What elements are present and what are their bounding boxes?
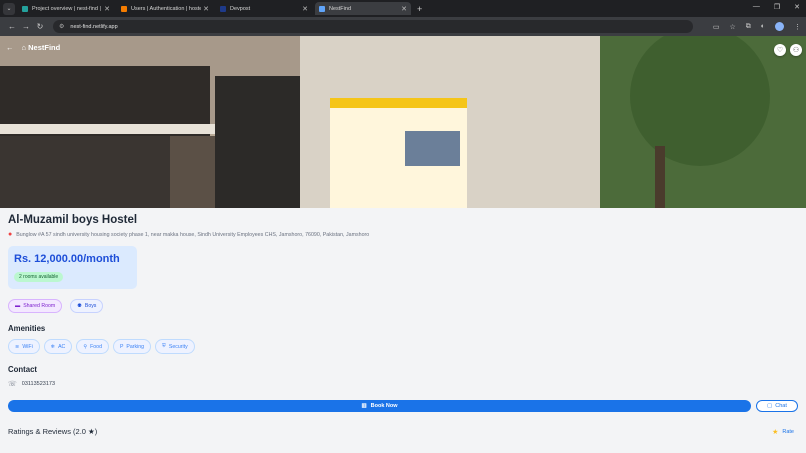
browser-tab-1[interactable]: Project overview | nest-find | Fi ✕ — [18, 2, 114, 15]
devpost-favicon-icon — [220, 5, 226, 12]
close-icon[interactable]: ✕ — [302, 5, 308, 13]
parking-icon: P — [119, 343, 124, 350]
window-controls: — ❐ ✕ — [753, 3, 800, 11]
bookmark-star-icon[interactable]: ☆ — [729, 23, 735, 31]
hostel-photo — [0, 36, 806, 208]
shield-icon: ⛨ — [162, 343, 166, 349]
logo[interactable]: ⌂ NestFind — [22, 43, 61, 52]
amenities-title: Amenities — [8, 324, 46, 333]
reload-icon[interactable]: ↻ — [33, 22, 47, 31]
chat-icon: ▢ — [767, 403, 773, 409]
hostel-hero-image: ← ⌂ NestFind ♡ ⚇ — [0, 36, 806, 208]
toolbar-actions: ▭ ☆ ⧉ ◐ ⋮ — [713, 22, 801, 31]
hostel-address: ● Bunglow #A 57 sindh university housing… — [8, 231, 798, 238]
star-icon: ★ — [772, 428, 779, 436]
amenity-label: Parking — [126, 343, 145, 350]
firebase-favicon-icon — [121, 5, 127, 12]
extensions-icon[interactable]: ⧉ — [746, 23, 751, 31]
snowflake-icon: ❄ — [50, 343, 56, 350]
user-icon: ⚇ — [792, 47, 800, 54]
home-icon: ⌂ — [21, 43, 27, 52]
amenity-label: AC — [58, 343, 66, 350]
address-bar[interactable]: ⚙ nest-find.netlify.app — [53, 20, 693, 33]
amenities-list: ≋ WiFi ❄ AC ⚲ Food P Parking ⛨ Security — [8, 339, 798, 354]
minimize-icon[interactable]: — — [753, 3, 760, 11]
close-window-icon[interactable]: ✕ — [794, 3, 800, 11]
gender-chip: ⚉ Boys — [70, 299, 104, 313]
browser-tab-strip: ⌄ Project overview | nest-find | Fi ✕ Us… — [0, 0, 806, 17]
back-arrow-icon[interactable]: ← — [6, 43, 14, 52]
amenity-parking: P Parking — [112, 339, 152, 354]
ratings-section: Ratings & Reviews (2.0 ★) ★ Rate — [8, 427, 798, 436]
utensils-icon: ⚲ — [83, 343, 88, 350]
book-now-button[interactable]: ▥ Book Now — [8, 400, 751, 412]
hostel-name: Al-Muzamil boys Hostel — [8, 214, 138, 226]
hero-actions: ♡ ⚇ — [774, 44, 802, 56]
brand-name: NestFind — [28, 43, 61, 52]
close-icon[interactable]: ✕ — [203, 5, 209, 13]
book-now-label: Book Now — [370, 403, 398, 409]
amenity-security: ⛨ Security — [155, 339, 195, 354]
room-type-chip: ▬ Shared Room — [8, 299, 63, 313]
phone-number[interactable]: 03113523173 — [22, 381, 55, 387]
contact-title: Contact — [8, 365, 38, 374]
amenity-label: Food — [90, 343, 102, 350]
nestfind-favicon-icon — [319, 5, 325, 12]
bed-icon: ▬ — [15, 303, 21, 309]
menu-icon[interactable]: ⋮ — [794, 23, 801, 31]
rate-button[interactable]: ★ Rate — [772, 428, 798, 436]
booking-actions: ▥ Book Now ▢ Chat — [8, 400, 798, 412]
user-button[interactable]: ⚇ — [790, 44, 802, 56]
close-icon[interactable]: ✕ — [104, 5, 110, 13]
amenity-label: WiFi — [22, 343, 33, 350]
url-text: nest-find.netlify.app — [70, 23, 118, 30]
availability-badge: 2 rooms available — [14, 272, 64, 282]
forward-icon[interactable]: → — [19, 22, 33, 31]
amenity-ac: ❄ AC — [43, 339, 73, 354]
incognito-icon[interactable]: ◐ — [761, 23, 765, 30]
site-info-icon[interactable]: ⚙ — [59, 23, 64, 30]
tab-title: NestFind — [329, 5, 352, 12]
users-icon: ⚉ — [77, 303, 82, 309]
profile-avatar[interactable] — [775, 22, 784, 31]
new-tab-icon[interactable]: + — [417, 4, 422, 14]
contact-phone: ☏ 03113523173 — [8, 380, 798, 388]
hostel-details: Al-Muzamil boys Hostel ● Bunglow #A 57 s… — [0, 208, 806, 436]
browser-tab-4[interactable]: NestFind ✕ — [315, 2, 411, 15]
address-text: Bunglow #A 57 sindh university housing s… — [16, 231, 370, 238]
wifi-icon: ≋ — [15, 343, 20, 350]
firebase-favicon-icon — [22, 5, 28, 12]
favorite-button[interactable]: ♡ — [774, 44, 786, 56]
price: Rs. 12,000.00/month — [14, 253, 120, 265]
hostel-tags: ▬ Shared Room ⚉ Boys — [8, 299, 798, 313]
heart-icon: ♡ — [776, 47, 784, 54]
browser-tab-2[interactable]: Users | Authentication | hostel ✕ — [117, 2, 213, 15]
amenity-label: Security — [168, 343, 188, 350]
tab-title: Project overview | nest-find | Fi — [32, 5, 103, 12]
tab-title: Users | Authentication | hostel — [131, 5, 202, 12]
phone-icon: ☏ — [8, 381, 17, 388]
amenity-food: ⚲ Food — [76, 339, 109, 354]
tab-title: Devpost — [230, 5, 251, 12]
chat-label: Chat — [775, 403, 787, 409]
browser-tab-3[interactable]: Devpost ✕ — [216, 2, 312, 15]
map-pin-icon: ● — [8, 231, 13, 238]
amenity-wifi: ≋ WiFi — [8, 339, 40, 354]
rate-label: Rate — [782, 428, 794, 435]
back-icon[interactable]: ← — [5, 22, 19, 31]
ratings-title: Ratings & Reviews (2.0 ★) — [8, 427, 98, 436]
restore-icon[interactable]: ❐ — [774, 3, 780, 11]
cast-icon[interactable]: ▭ — [713, 23, 720, 31]
hero-nav: ← ⌂ NestFind — [6, 43, 60, 52]
gender-label: Boys — [84, 303, 97, 309]
building-icon: ▥ — [361, 403, 367, 409]
chevron-down-icon: ⌄ — [6, 6, 12, 12]
tab-search-button[interactable]: ⌄ — [3, 2, 15, 15]
close-icon[interactable]: ✕ — [401, 5, 407, 13]
price-card: Rs. 12,000.00/month 2 rooms available — [8, 246, 137, 289]
room-type-label: Shared Room — [23, 303, 56, 309]
chat-button[interactable]: ▢ Chat — [756, 400, 798, 412]
browser-toolbar: ← → ↻ ⚙ nest-find.netlify.app ▭ ☆ ⧉ ◐ ⋮ — [0, 17, 806, 36]
